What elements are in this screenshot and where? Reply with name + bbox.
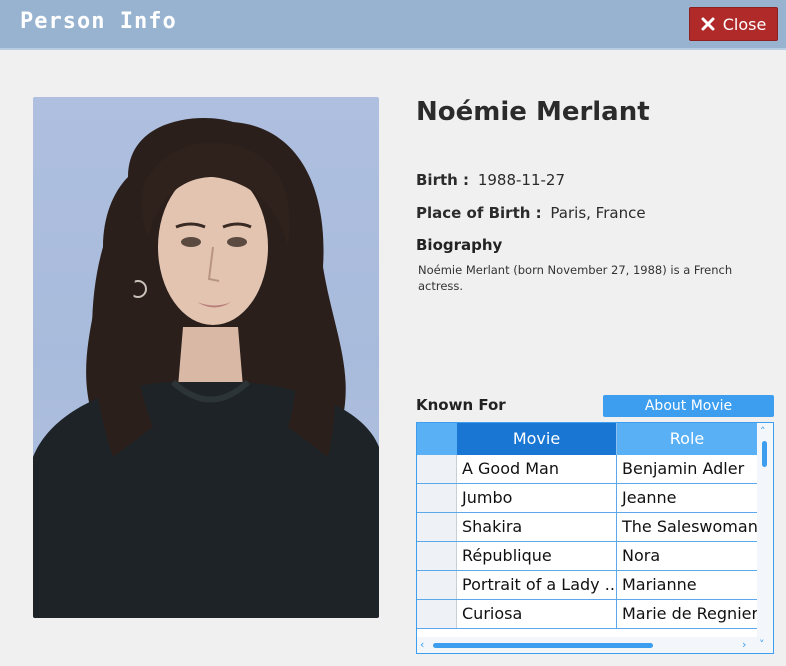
row-header[interactable] bbox=[417, 571, 457, 599]
horizontal-scroll-thumb[interactable] bbox=[433, 643, 653, 648]
close-button[interactable]: Close bbox=[689, 7, 778, 41]
table-row[interactable]: Curiosa Marie de Regnier bbox=[417, 600, 757, 629]
row-header[interactable] bbox=[417, 542, 457, 570]
close-button-label: Close bbox=[722, 14, 767, 34]
x-icon bbox=[701, 17, 715, 31]
row-header[interactable] bbox=[417, 513, 457, 541]
table-row[interactable]: A Good Man Benjamin Adler bbox=[417, 455, 757, 484]
cell-role[interactable]: Marianne bbox=[617, 571, 757, 599]
scroll-down-icon[interactable]: ˅ bbox=[759, 639, 765, 650]
place-of-birth-label: Place of Birth : bbox=[416, 204, 542, 222]
scroll-right-icon[interactable]: › bbox=[742, 639, 746, 650]
about-movie-button[interactable]: About Movie bbox=[603, 395, 774, 417]
known-for-table[interactable]: Movie Role A Good Man Benjamin Adler Jum… bbox=[416, 422, 774, 654]
cell-role[interactable]: Jeanne bbox=[617, 484, 757, 512]
title-bar: Person Info Close bbox=[0, 0, 786, 50]
cell-role[interactable]: Nora bbox=[617, 542, 757, 570]
table-row[interactable]: Shakira The Saleswoman bbox=[417, 513, 757, 542]
cell-role[interactable]: The Saleswoman bbox=[617, 513, 757, 541]
vertical-scrollbar[interactable]: ˄ bbox=[757, 423, 773, 639]
known-for-label: Known For bbox=[416, 396, 506, 414]
birth-value: 1988-11-27 bbox=[477, 171, 566, 189]
cell-movie[interactable]: Portrait of a Lady ... bbox=[457, 571, 617, 599]
scroll-left-icon[interactable]: ‹ bbox=[420, 639, 424, 650]
cell-movie[interactable]: Jumbo bbox=[457, 484, 617, 512]
row-header[interactable] bbox=[417, 455, 457, 483]
row-header[interactable] bbox=[417, 484, 457, 512]
scroll-up-icon[interactable]: ˄ bbox=[760, 426, 766, 437]
cell-role[interactable]: Marie de Regnier bbox=[617, 600, 757, 628]
vertical-scroll-thumb[interactable] bbox=[762, 441, 767, 467]
table-header: Movie Role bbox=[417, 423, 757, 455]
window-title: Person Info bbox=[20, 9, 177, 34]
place-of-birth-row: Place of Birth : Paris, France bbox=[416, 204, 646, 222]
biography-heading: Biography bbox=[416, 236, 503, 254]
cell-movie[interactable]: Curiosa bbox=[457, 600, 617, 628]
cell-role[interactable]: Benjamin Adler bbox=[617, 455, 757, 483]
person-photo bbox=[33, 97, 379, 618]
cell-movie[interactable]: A Good Man bbox=[457, 455, 617, 483]
horizontal-scrollbar[interactable]: ‹ › ˅ bbox=[417, 637, 773, 653]
row-header[interactable] bbox=[417, 600, 457, 628]
cell-movie[interactable]: Shakira bbox=[457, 513, 617, 541]
birth-label: Birth : bbox=[416, 171, 470, 189]
table-row[interactable]: Jumbo Jeanne bbox=[417, 484, 757, 513]
table-row[interactable]: Portrait of a Lady ... Marianne bbox=[417, 571, 757, 600]
column-header-role[interactable]: Role bbox=[617, 423, 757, 455]
person-name: Noémie Merlant bbox=[416, 97, 650, 127]
table-row[interactable]: République Nora bbox=[417, 542, 757, 571]
cell-movie[interactable]: République bbox=[457, 542, 617, 570]
birth-row: Birth : 1988-11-27 bbox=[416, 171, 565, 189]
row-header-corner bbox=[417, 423, 457, 455]
biography-text: Noémie Merlant (born November 27, 1988) … bbox=[418, 263, 733, 293]
column-header-movie[interactable]: Movie bbox=[457, 423, 617, 455]
place-of-birth-value: Paris, France bbox=[550, 204, 646, 222]
